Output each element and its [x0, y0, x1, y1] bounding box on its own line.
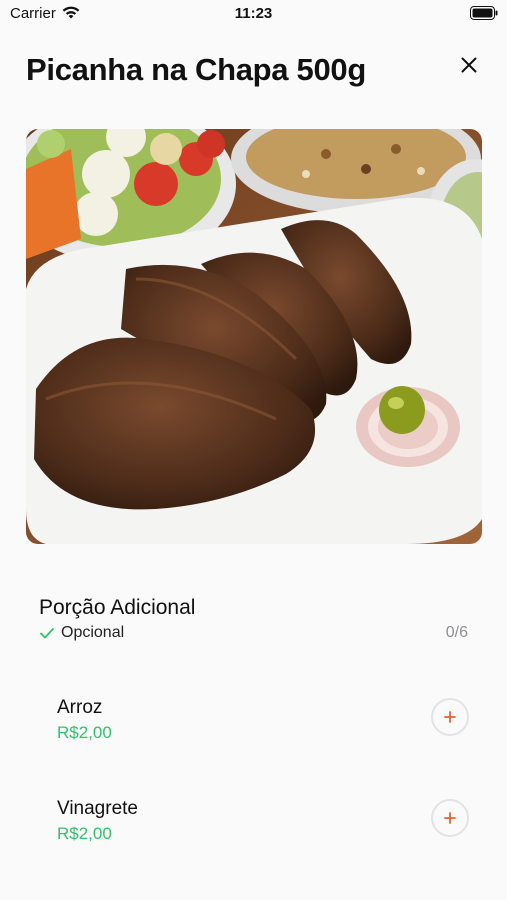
optional-indicator: Opcional	[39, 624, 124, 642]
close-icon	[461, 57, 477, 73]
add-item-button[interactable]	[431, 799, 469, 837]
status-time: 11:23	[234, 5, 273, 22]
close-button[interactable]	[456, 52, 482, 78]
check-icon	[40, 628, 54, 639]
plus-icon	[444, 812, 456, 824]
product-title: Picanha na Chapa 500g	[26, 52, 366, 87]
item-price: R$2,00	[57, 824, 112, 843]
status-bar: Carrier 11:23	[0, 0, 507, 28]
plus-icon	[444, 711, 456, 723]
list-item: Arroz R$2,00	[0, 697, 507, 757]
item-name: Vinagrete	[57, 798, 138, 819]
selection-counter: 0/6	[445, 624, 468, 641]
add-item-button[interactable]	[431, 698, 469, 736]
item-name: Arroz	[57, 697, 103, 718]
optional-label: Opcional	[61, 624, 125, 641]
product-detail-screen: Carrier 11:23 Picanha na Chapa 500g Porç…	[0, 0, 507, 900]
item-price: R$2,00	[57, 723, 112, 742]
product-image	[26, 129, 482, 544]
battery-icon	[470, 6, 498, 20]
list-item: Vinagrete R$2,00	[0, 798, 507, 858]
section-title: Porção Adicional	[39, 596, 196, 619]
